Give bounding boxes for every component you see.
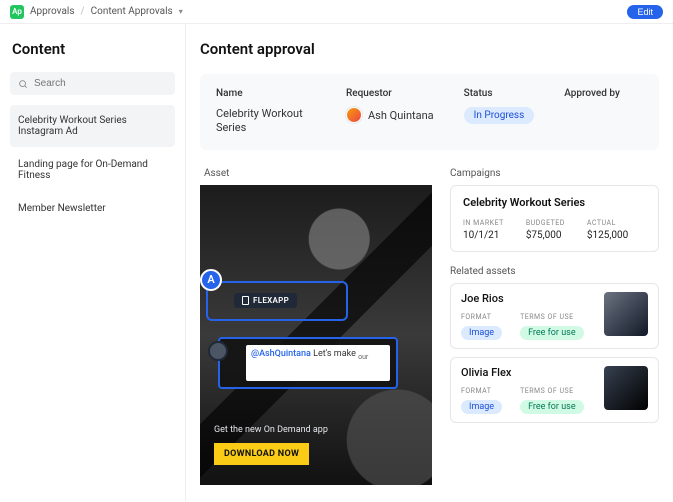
annotation-tag-text: FLEXAPP <box>253 296 289 305</box>
search-input[interactable] <box>34 78 167 89</box>
asset-preview[interactable]: A FLEXAPP @AshQuintana Let's make our Ge… <box>200 185 432 485</box>
related-asset-thumbnail <box>604 366 648 410</box>
summary-requestor-label: Requestor <box>346 88 434 99</box>
format-label: FORMAT <box>461 313 502 321</box>
terms-label: TERMS OF USE <box>520 313 584 321</box>
metric-value: $125,000 <box>587 230 628 241</box>
annotation-tag: FLEXAPP <box>234 293 297 308</box>
related-asset-card[interactable]: Olivia Flex FORMAT Image TERMS OF USE Fr… <box>450 357 659 423</box>
asset-section-label: Asset <box>200 168 432 179</box>
device-icon <box>242 296 249 305</box>
breadcrumb-root[interactable]: Approvals <box>30 6 74 17</box>
top-bar: Ap Approvals / Content Approvals ▾ Edit <box>0 0 673 24</box>
comment-composer[interactable]: @AshQuintana Let's make our <box>218 337 398 389</box>
sidebar: Content Celebrity Workout Series Instagr… <box>0 24 186 501</box>
edit-button[interactable]: Edit <box>627 5 663 19</box>
related-asset-thumbnail <box>604 292 648 336</box>
content-panel: Content approval Name Celebrity Workout … <box>186 24 673 501</box>
breadcrumb-current[interactable]: Content Approvals <box>91 6 173 17</box>
page-title: Content approval <box>200 40 659 58</box>
status-badge: In Progress <box>464 107 535 124</box>
metric-label: BUDGETED <box>526 219 565 227</box>
chevron-down-icon[interactable]: ▾ <box>179 7 183 16</box>
summary-approved-label: Approved by <box>564 88 620 99</box>
content-list-item[interactable]: Celebrity Workout Series Instagram Ad <box>10 105 175 147</box>
asset-promo-text: Get the new On Demand app <box>214 425 328 435</box>
terms-label: TERMS OF USE <box>520 387 584 395</box>
summary-name-label: Name <box>216 88 316 99</box>
related-asset-name: Joe Rios <box>461 292 596 305</box>
terms-pill: Free for use <box>520 326 584 340</box>
terms-pill: Free for use <box>520 400 584 414</box>
summary-status-label: Status <box>464 88 535 99</box>
search-input-wrapper[interactable] <box>10 72 175 95</box>
summary-bar: Name Celebrity Workout Series Requestor … <box>200 74 659 150</box>
related-asset-name: Olivia Flex <box>461 366 596 379</box>
summary-requestor-value: Ash Quintana <box>368 109 434 122</box>
sidebar-heading: Content <box>10 40 175 58</box>
campaign-card[interactable]: Celebrity Workout Series IN MARKET 10/1/… <box>450 185 659 252</box>
annotation-marker[interactable]: A <box>200 269 222 291</box>
app-badge: Ap <box>10 5 24 19</box>
related-section-label: Related assets <box>450 266 659 277</box>
metric-value: $75,000 <box>526 230 565 241</box>
metric-value: 10/1/21 <box>463 230 504 241</box>
content-list-item[interactable]: Member Newsletter <box>10 193 175 224</box>
avatar <box>208 341 228 361</box>
mention-chip[interactable]: @AshQuintana <box>251 349 311 359</box>
summary-name-value: Celebrity Workout Series <box>216 107 316 136</box>
content-list-item[interactable]: Landing page for On-Demand Fitness <box>10 149 175 191</box>
breadcrumb: Ap Approvals / Content Approvals ▾ <box>10 5 183 19</box>
campaign-title: Celebrity Workout Series <box>463 196 646 209</box>
asset-download-button: DOWNLOAD NOW <box>214 443 309 465</box>
related-asset-card[interactable]: Joe Rios FORMAT Image TERMS OF USE Free … <box>450 283 659 349</box>
search-icon <box>18 79 28 89</box>
metric-label: ACTUAL <box>587 219 628 227</box>
comment-text: Let's make <box>311 349 358 359</box>
avatar <box>346 107 362 123</box>
comment-typed: our <box>358 352 368 360</box>
breadcrumb-separator: / <box>80 6 84 17</box>
format-pill: Image <box>461 326 502 340</box>
format-pill: Image <box>461 400 502 414</box>
metric-label: IN MARKET <box>463 219 504 227</box>
campaigns-section-label: Campaigns <box>450 168 659 179</box>
format-label: FORMAT <box>461 387 502 395</box>
comment-input[interactable]: @AshQuintana Let's make our <box>246 345 390 381</box>
